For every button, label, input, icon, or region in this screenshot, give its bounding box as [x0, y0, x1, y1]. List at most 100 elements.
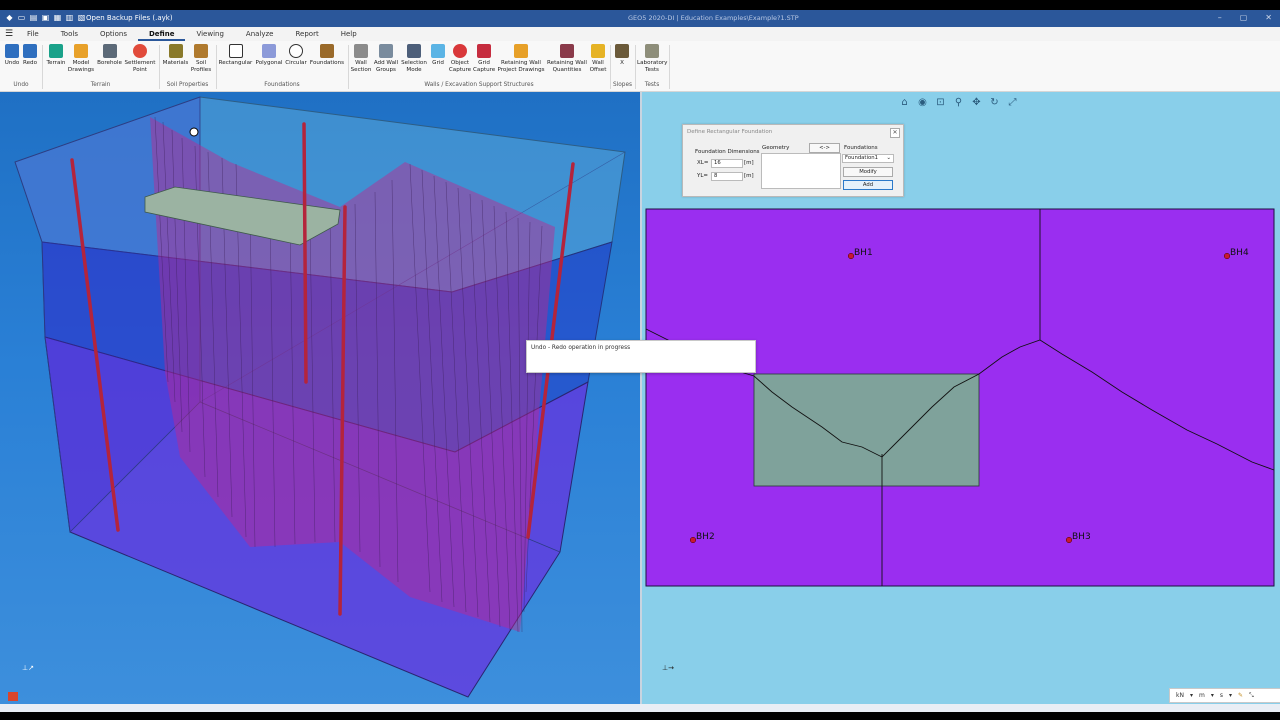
selection-mode-button[interactable]: Selection Mode	[400, 44, 428, 73]
wall-section-icon	[354, 44, 368, 58]
units-bar: kN ▾ m ▾ s ▾ ✎ ⤡	[1169, 688, 1280, 703]
close-button[interactable]: ✕	[1265, 13, 1272, 22]
laboratory-tests-button[interactable]: Laboratory Tests	[637, 44, 667, 73]
minimize-button[interactable]: –	[1218, 13, 1222, 22]
status-bar	[0, 692, 1280, 712]
menu-define[interactable]: Define	[137, 27, 186, 41]
length-unit[interactable]: m	[1199, 692, 1205, 699]
xl-input[interactable]: 16	[711, 159, 743, 168]
wall-offset-button[interactable]: Wall Offset	[588, 44, 608, 73]
menu-bar: ☰ File Tools Options Define Viewing Anal…	[0, 27, 1280, 41]
ribbon: Undo Redo Terrain Model Drawings Borehol…	[0, 41, 1280, 92]
window-controls: – ▢ ✕	[1218, 13, 1272, 22]
quick-access-toolbar: ◆ ▭ ▤ ▣ ▦ ▥ ▧	[5, 13, 86, 22]
document-title: Open Backup Files (.ayk)	[86, 14, 173, 22]
retaining-wall-project-drawings-button[interactable]: Retaining Wall Project Drawings	[496, 44, 546, 73]
menu-tools[interactable]: Tools	[50, 27, 89, 41]
fit-view-icon[interactable]: ⤢	[1006, 97, 1019, 109]
soil-profiles-button[interactable]: Soil Profiles	[189, 44, 213, 73]
home-view-icon[interactable]: ⌂	[898, 97, 911, 109]
menu-analyze[interactable]: Analyze	[235, 27, 285, 41]
pencil-icon[interactable]: ✎	[1238, 692, 1243, 699]
grid-button[interactable]: Grid	[428, 44, 448, 67]
grid-capture-button[interactable]: Grid Capture	[473, 44, 495, 73]
materials-button[interactable]: Materials	[162, 44, 189, 67]
foundations-label: Foundations	[844, 145, 878, 151]
3d-cursor-icon	[189, 127, 199, 137]
borehole-label-bh3: BH3	[1072, 532, 1091, 542]
hamburger-icon[interactable]: ☰	[2, 29, 16, 39]
redo-button[interactable]: Redo	[21, 44, 39, 67]
ribbon-separator	[669, 45, 670, 89]
menu-viewing[interactable]: Viewing	[185, 27, 234, 41]
retaining-wall-quantities-button[interactable]: Retaining Wall Quantities	[546, 44, 588, 73]
borehole-button[interactable]: Borehole	[96, 44, 123, 67]
zoom-window-icon[interactable]: ⊡	[934, 97, 947, 109]
borehole-icon	[102, 44, 117, 58]
menu-file[interactable]: File	[16, 27, 50, 41]
circular-button[interactable]: Circular	[284, 44, 308, 67]
print-icon[interactable]: ▥	[65, 13, 74, 22]
menu-options[interactable]: Options	[89, 27, 138, 41]
slope-icon	[615, 44, 629, 58]
view-toolbar: ⌂ ◉ ⊡ ⚲ ✥ ↻ ⤢	[898, 97, 1019, 109]
office-icon[interactable]	[8, 692, 18, 701]
zoom-icon[interactable]: ⚲	[952, 97, 965, 109]
redo-icon	[23, 44, 37, 58]
yl-unit: [m]	[744, 173, 754, 179]
save-icon[interactable]: ▣	[41, 13, 50, 22]
quantities-icon	[560, 44, 574, 58]
terrain-button[interactable]: Terrain	[45, 44, 67, 67]
chevron-down-icon: ⌄	[886, 155, 891, 161]
geometry-preview	[761, 153, 841, 189]
modify-button[interactable]: Modify	[843, 167, 893, 177]
define-rectangular-foundation-dialog: Define Rectangular Foundation ✕ Foundati…	[682, 124, 904, 197]
group-foundations-label: Foundations	[264, 82, 300, 88]
title-bar: ◆ ▭ ▤ ▣ ▦ ▥ ▧ Open Backup Files (.ayk) G…	[0, 10, 1280, 27]
foundations-button[interactable]: Foundations	[309, 44, 345, 67]
drawing-pencil-icon	[514, 44, 528, 58]
dialog-close-button[interactable]: ✕	[890, 128, 900, 138]
swap-dimensions-button[interactable]: <->	[809, 143, 840, 153]
add-button[interactable]: Add	[843, 180, 893, 190]
backup-icon[interactable]: ▧	[77, 13, 86, 22]
menu-report[interactable]: Report	[285, 27, 330, 41]
terrain-icon	[49, 44, 63, 58]
rectangular-button[interactable]: Rectangular	[218, 44, 253, 67]
object-capture-button[interactable]: Object Capture	[448, 44, 472, 73]
pan-icon[interactable]: ✥	[970, 97, 983, 109]
maximize-button[interactable]: ▢	[1240, 13, 1248, 22]
menu-help[interactable]: Help	[330, 27, 368, 41]
force-unit[interactable]: kN	[1176, 692, 1184, 699]
laboratory-icon	[645, 44, 659, 58]
polygonal-button[interactable]: Polygonal	[254, 44, 284, 67]
borehole-label-bh2: BH2	[696, 532, 715, 542]
yl-input[interactable]: 8	[711, 172, 743, 181]
settlement-point-button[interactable]: Settlement Point	[124, 44, 156, 73]
add-wall-groups-button[interactable]: Add Wall Groups	[373, 44, 399, 73]
borehole-label-bh4: BH4	[1230, 248, 1249, 258]
view-cube-icon[interactable]: ◉	[916, 97, 929, 109]
chevron-down-icon: ▾	[1210, 692, 1214, 699]
time-unit[interactable]: s	[1220, 692, 1223, 699]
rotate-icon[interactable]: ↻	[988, 97, 1001, 109]
new-file-icon[interactable]: ▭	[17, 13, 26, 22]
progress-message: Undo - Redo operation in progress	[531, 345, 631, 351]
foundation-select[interactable]: Foundation1 ⌄	[842, 154, 894, 163]
circle-icon	[289, 44, 303, 58]
pencil-icon	[74, 44, 88, 58]
slopes-x-button[interactable]: X	[612, 44, 632, 67]
undo-button[interactable]: Undo	[3, 44, 21, 67]
open-folder-icon[interactable]: ▤	[29, 13, 38, 22]
wall-section-button[interactable]: Wall Section	[350, 44, 372, 73]
soil-profiles-icon	[194, 44, 208, 58]
progress-popup: Undo - Redo operation in progress	[526, 340, 756, 373]
save-as-icon[interactable]: ▦	[53, 13, 62, 22]
resize-icon[interactable]: ⤡	[1249, 692, 1254, 700]
cursor-icon	[407, 44, 421, 58]
yl-label: YL=	[697, 173, 709, 179]
chevron-down-icon: ▾	[1189, 692, 1193, 699]
3d-viewport[interactable]: ⊥↗	[0, 92, 640, 704]
foundation-dimensions-label: Foundation Dimensions	[695, 149, 760, 155]
model-drawings-button[interactable]: Model Drawings	[67, 44, 95, 73]
